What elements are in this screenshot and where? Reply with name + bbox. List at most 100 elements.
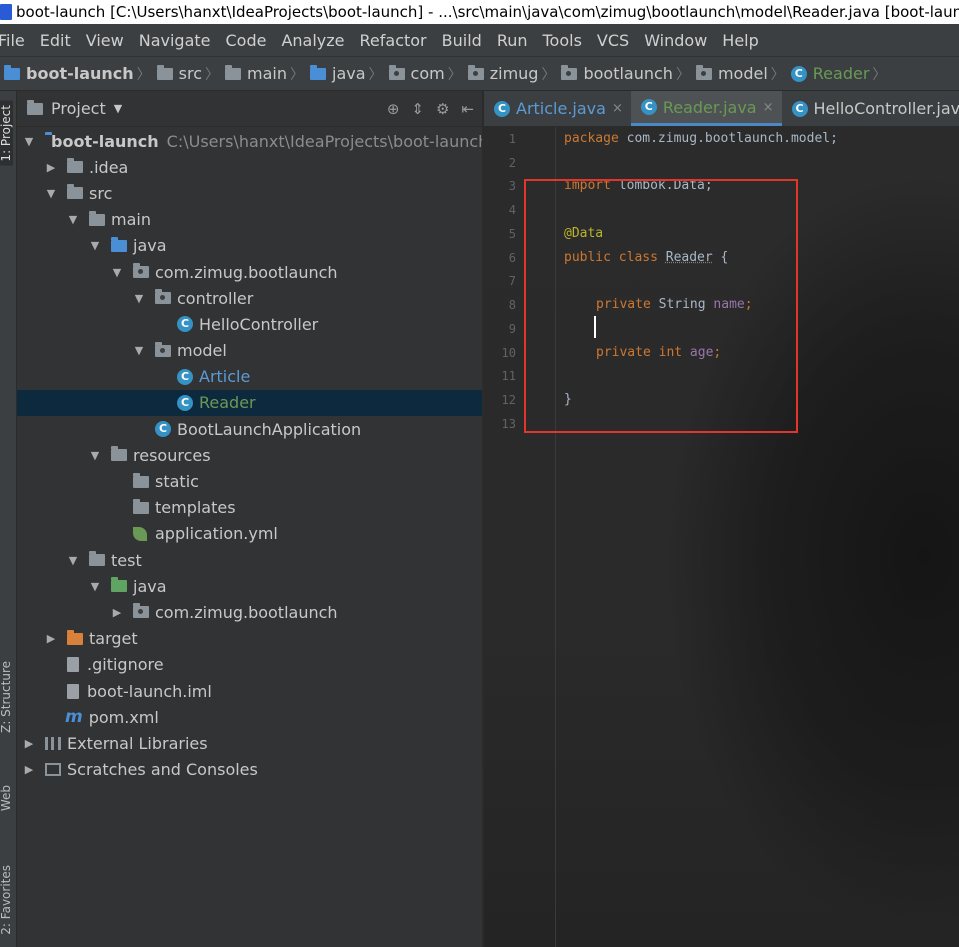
tree-item-hellocontroller[interactable]: C HelloController (17, 311, 482, 337)
menu-navigate[interactable]: Navigate (139, 31, 211, 50)
menu-code[interactable]: Code (226, 31, 267, 50)
folder-icon (225, 64, 242, 80)
menu-run[interactable]: Run (497, 31, 528, 50)
expanded-arrow-icon[interactable]: ▼ (23, 135, 35, 148)
tree-item-target[interactable]: ▶ target (17, 626, 482, 652)
tree-item-java[interactable]: ▼ java (17, 233, 482, 259)
collapsed-arrow-icon[interactable]: ▶ (23, 737, 35, 750)
tree-item-boot-launch[interactable]: ▼ boot-launch C:\Users\hanxt\IdeaProject… (17, 128, 482, 154)
expanded-arrow-icon[interactable]: ▼ (133, 344, 145, 357)
tab-hellocontroller-java[interactable]: C HelloController.java (782, 91, 959, 126)
tree-item-templates[interactable]: templates (17, 495, 482, 521)
settings-gear-icon[interactable]: ⚙ (436, 100, 449, 118)
menu-tools[interactable]: Tools (543, 31, 582, 50)
menu-help[interactable]: Help (722, 31, 758, 50)
tool-tab-favorites[interactable]: 2: Favorites (0, 861, 13, 939)
expanded-arrow-icon[interactable]: ▼ (89, 580, 101, 593)
chevron-right-icon: 〉 (447, 66, 462, 83)
tree-item-scratches[interactable]: ▶ Scratches and Consoles (17, 757, 482, 783)
line-number: 12 (501, 393, 516, 407)
tree-item-test-java[interactable]: ▼ java (17, 573, 482, 599)
expanded-arrow-icon[interactable]: ▼ (89, 449, 101, 462)
tree-item-test[interactable]: ▼ test (17, 547, 482, 573)
breadcrumb-item-zimug[interactable]: zimug 〉 (467, 64, 562, 84)
breadcrumb-item-com[interactable]: com 〉 (388, 64, 468, 84)
code-editor[interactable]: 1 2 3 4 5 6 7 8 9 10 11 12 13 package co… (484, 127, 959, 947)
file-icon (67, 657, 79, 673)
tree-item-model[interactable]: ▼ model (17, 338, 482, 364)
expanded-arrow-icon[interactable]: ▼ (67, 554, 79, 567)
project-panel: Project ▼ ⊕ ⇕ ⚙ ⇤ ▼ boot-launch C:\Users… (17, 91, 483, 947)
tree-item-application-yml[interactable]: application.yml (17, 521, 482, 547)
line-number: 5 (508, 227, 516, 241)
breadcrumb-item-model[interactable]: model 〉 (695, 64, 791, 84)
collapse-all-icon[interactable]: ⇕ (411, 100, 424, 118)
breadcrumb-item-reader[interactable]: C Reader 〉 (790, 64, 893, 84)
close-icon[interactable]: × (612, 101, 623, 116)
source-folder-icon (111, 236, 127, 252)
folder-icon (89, 210, 105, 226)
tab-article-java[interactable]: C Article.java × (484, 91, 631, 126)
menu-build[interactable]: Build (442, 31, 482, 50)
chevron-right-icon: 〉 (368, 66, 383, 83)
line-number: 3 (508, 179, 516, 193)
expanded-arrow-icon[interactable]: ▼ (89, 239, 101, 252)
tool-tab-web[interactable]: Web (0, 781, 13, 815)
tree-item-iml[interactable]: boot-launch.iml (17, 678, 482, 704)
tab-reader-java[interactable]: C Reader.java × (630, 91, 782, 126)
spring-yaml-icon (133, 526, 147, 541)
package-icon (467, 64, 484, 80)
collapsed-arrow-icon[interactable]: ▶ (111, 606, 123, 619)
tree-item-idea[interactable]: ▶ .idea (17, 154, 482, 180)
project-view-icon (27, 99, 43, 115)
line-number: 1 (508, 132, 516, 146)
tree-item-article[interactable]: C Article (17, 364, 482, 390)
menu-window[interactable]: Window (644, 31, 707, 50)
chevron-right-icon: 〉 (675, 66, 690, 83)
breadcrumb-item-bootlaunch[interactable]: bootlaunch 〉 (561, 64, 695, 84)
dropdown-arrow-icon[interactable]: ▼ (114, 102, 122, 115)
expanded-arrow-icon[interactable]: ▼ (133, 292, 145, 305)
tree-item-gitignore[interactable]: .gitignore (17, 652, 482, 678)
tool-tab-structure[interactable]: Z: Structure (0, 657, 13, 737)
close-icon[interactable]: × (763, 100, 774, 115)
code-line-package: package com.zimug.bootlaunch.model; (564, 131, 838, 146)
spring-boot-class-icon: C (155, 421, 171, 438)
menu-edit[interactable]: Edit (40, 31, 71, 50)
tree-item-src[interactable]: ▼ src (17, 180, 482, 206)
collapsed-arrow-icon[interactable]: ▶ (23, 763, 35, 776)
menu-vcs[interactable]: VCS (597, 31, 629, 50)
menu-view[interactable]: View (86, 31, 124, 50)
collapsed-arrow-icon[interactable]: ▶ (45, 632, 57, 645)
expanded-arrow-icon[interactable]: ▼ (45, 187, 57, 200)
line-number: 9 (508, 322, 516, 336)
locate-target-icon[interactable]: ⊕ (387, 100, 400, 118)
chevron-right-icon: 〉 (205, 66, 220, 83)
tree-item-main[interactable]: ▼ main (17, 207, 482, 233)
breadcrumb-item-project[interactable]: boot-launch 〉 (4, 64, 157, 84)
tree-item-pom[interactable]: m pom.xml (17, 704, 482, 730)
collapsed-arrow-icon[interactable]: ▶ (45, 161, 57, 174)
package-icon (388, 64, 405, 80)
tree-item-test-package[interactable]: ▶ com.zimug.bootlaunch (17, 599, 482, 625)
breadcrumb-item-java[interactable]: java 〉 (310, 64, 389, 84)
tree-item-reader[interactable]: C Reader (17, 389, 482, 417)
breadcrumb-item-main[interactable]: main 〉 (225, 64, 310, 84)
tool-tab-project[interactable]: 1: Project (0, 101, 13, 166)
breadcrumb-item-src[interactable]: src 〉 (156, 64, 225, 84)
project-view-selector[interactable]: Project (51, 99, 106, 118)
menu-file[interactable]: File (0, 31, 25, 50)
tree-item-resources[interactable]: ▼ resources (17, 442, 482, 468)
hide-panel-icon[interactable]: ⇤ (461, 100, 474, 118)
expanded-arrow-icon[interactable]: ▼ (111, 266, 123, 279)
tree-item-bootlaunchapplication[interactable]: C BootLaunchApplication (17, 416, 482, 442)
tree-item-controller[interactable]: ▼ controller (17, 285, 482, 311)
project-tree: ▼ boot-launch C:\Users\hanxt\IdeaProject… (17, 127, 482, 783)
class-icon: C (177, 394, 193, 411)
tree-item-package-bootlaunch[interactable]: ▼ com.zimug.bootlaunch (17, 259, 482, 285)
tree-item-static[interactable]: static (17, 468, 482, 494)
tree-item-external-libraries[interactable]: ▶ External Libraries (17, 730, 482, 756)
expanded-arrow-icon[interactable]: ▼ (67, 213, 79, 226)
menu-analyze[interactable]: Analyze (281, 31, 344, 50)
menu-refactor[interactable]: Refactor (360, 31, 427, 50)
